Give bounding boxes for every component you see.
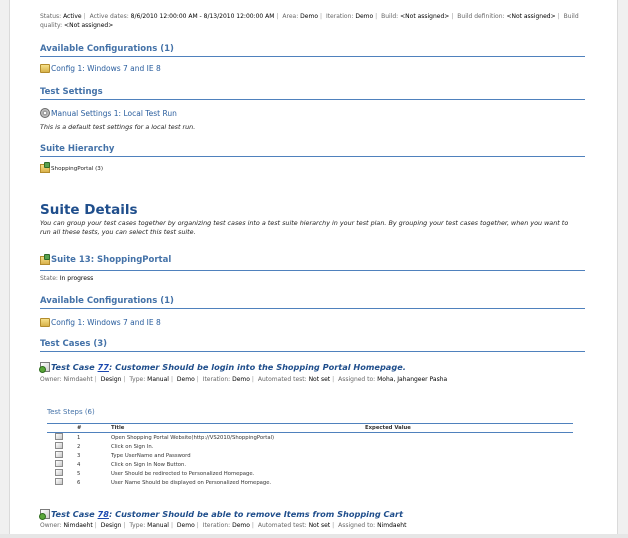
step-icon	[55, 478, 63, 485]
step-expected	[365, 460, 573, 469]
build-definition-value: <Not assigned>	[506, 13, 556, 20]
suite-state-line: State: In progress	[40, 275, 94, 282]
step-title: Click on Sign In.	[111, 443, 154, 450]
step-icon	[55, 433, 63, 440]
test-settings-link[interactable]: Manual Settings 1: Local Test Run	[40, 108, 177, 118]
test-settings-description: This is a default test settings for a lo…	[40, 123, 196, 131]
table-row: 2 Click on Sign In.	[47, 442, 573, 451]
test-settings-link-text[interactable]: Manual Settings 1: Local Test Run	[51, 109, 177, 118]
step-expected	[365, 442, 573, 451]
plan-status-line: Status: Active | Active dates: 8/6/2010 1…	[40, 13, 579, 29]
suite-hierarchy-item-text[interactable]: ShoppingPortal (3)	[51, 166, 103, 172]
step-expected	[365, 469, 573, 478]
test-case-78-link[interactable]: 78	[98, 509, 109, 519]
step-title: Type UserName and Password	[111, 452, 191, 459]
folder-icon	[40, 318, 50, 327]
suite-heading: Suite 13: ShoppingPortal	[40, 253, 585, 271]
step-number: 4	[77, 461, 81, 468]
step-icon	[55, 469, 63, 476]
suite-config-link-text[interactable]: Config 1: Windows 7 and IE 8	[51, 318, 161, 327]
build-value: <Not assigned>	[400, 13, 450, 20]
suite-hierarchy-item[interactable]: ShoppingPortal (3)	[40, 162, 103, 173]
suite-config-link[interactable]: Config 1: Windows 7 and IE 8	[40, 318, 161, 327]
iteration-value: Demo	[355, 13, 374, 20]
table-row: 4 Click on Sign In Now Button.	[47, 460, 573, 469]
col-number-header: #	[77, 423, 111, 433]
step-expected	[365, 451, 573, 460]
test-case-78-title: : Customer Should be able to remove Item…	[108, 509, 404, 519]
right-window-frame	[617, 0, 628, 538]
step-number: 3	[77, 452, 81, 459]
active-dates-value: 8/6/2010 12:00:00 AM - 8/13/2010 12:00:0…	[130, 13, 275, 20]
test-case-77-title: : Customer Should be login into the Shop…	[108, 362, 406, 372]
suite-icon	[40, 253, 50, 265]
plan-config-link-text[interactable]: Config 1: Windows 7 and IE 8	[51, 64, 161, 73]
step-number: 1	[77, 434, 81, 441]
test-case-77-header: Test Case 77: Customer Should be login i…	[39, 362, 406, 373]
test-case-icon	[39, 362, 50, 373]
plan-configs-heading: Available Configurations (1)	[40, 44, 585, 57]
step-number: 5	[77, 470, 81, 477]
step-title: User Should be redirected to Personalize…	[111, 470, 255, 477]
suite-hierarchy-heading: Suite Hierarchy	[40, 144, 585, 157]
step-icon	[55, 442, 63, 449]
test-steps-table: # Title Expected Value 1 Open Shopping P…	[47, 423, 573, 487]
step-icon	[55, 460, 63, 467]
bottom-window-frame	[0, 534, 628, 538]
col-expected-header: Expected Value	[365, 423, 573, 433]
suite-details-title: Suite Details	[40, 202, 138, 218]
build-quality-value: <Not assigned>	[64, 22, 114, 29]
test-settings-heading: Test Settings	[40, 87, 585, 100]
suite-heading-text: Suite 13: ShoppingPortal	[51, 255, 172, 265]
table-row: 5 User Should be redirected to Personali…	[47, 469, 573, 478]
step-expected	[365, 478, 573, 487]
test-case-77-link[interactable]: 77	[98, 362, 109, 372]
step-title: User Name Should be displayed on Persona…	[111, 479, 272, 486]
step-icon	[55, 451, 63, 458]
test-case-icon	[39, 509, 50, 520]
step-number: 2	[77, 443, 81, 450]
test-case-78-meta: Owner: Nimdaeht | Design | Type: Manual | D…	[40, 522, 407, 529]
test-steps-header-row: # Title Expected Value	[47, 423, 573, 433]
step-title: Open Shopping Portal Website(http://VS20…	[111, 434, 275, 441]
settings-gear-icon	[40, 108, 50, 118]
table-row: 1 Open Shopping Portal Website(http://VS…	[47, 433, 573, 443]
suite-state-value: In progress	[59, 275, 94, 282]
test-case-78-header: Test Case 78: Customer Should be able to…	[39, 509, 404, 520]
table-row: 3 Type UserName and Password	[47, 451, 573, 460]
test-case-77-meta: Owner: Nimdaeht | Design | Type: Manual | D…	[40, 376, 448, 383]
table-row: 6 User Name Should be displayed on Perso…	[47, 478, 573, 487]
step-title: Click on Sign In Now Button.	[111, 461, 187, 468]
status-value: Active	[63, 13, 82, 20]
step-number: 6	[77, 479, 81, 486]
suite-details-description: You can group your test cases together b…	[40, 219, 569, 236]
test-steps-heading: Test Steps (6)	[47, 408, 95, 416]
col-title-header: Title	[111, 423, 365, 433]
left-window-frame	[0, 0, 10, 538]
folder-icon	[40, 64, 50, 73]
suite-configs-heading: Available Configurations (1)	[40, 296, 585, 309]
plan-config-link[interactable]: Config 1: Windows 7 and IE 8	[40, 64, 161, 73]
test-cases-heading: Test Cases (3)	[40, 339, 585, 352]
step-expected	[365, 433, 573, 443]
suite-icon	[40, 162, 50, 173]
area-value: Demo	[300, 13, 318, 20]
